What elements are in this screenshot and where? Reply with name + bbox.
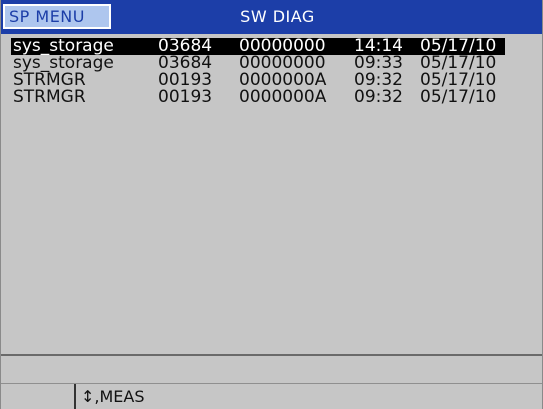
softkey-hint[interactable]: ↕,MEAS <box>81 386 145 407</box>
softkey-divider <box>74 384 76 409</box>
diag-log-list[interactable]: sys_storage 03684 00000000 14:14 05/17/1… <box>11 38 531 106</box>
softkey-hint-label: ,MEAS <box>94 387 145 406</box>
sp-menu-tab[interactable]: SP MENU <box>3 4 111 29</box>
status-line <box>1 356 542 383</box>
title-bar: SP MENU SW DIAG <box>1 0 542 34</box>
log-time: 09:32 <box>354 87 403 107</box>
log-number: 00193 <box>158 87 213 107</box>
softkey-bar: ↕,MEAS <box>1 384 542 409</box>
log-date: 05/17/10 <box>420 87 497 107</box>
device-screen: SP MENU SW DIAG sys_storage 03684 000000… <box>0 0 543 409</box>
log-row[interactable]: STRMGR 00193 0000000A 09:32 05/17/10 <box>11 89 505 106</box>
log-module-name: STRMGR <box>13 87 86 107</box>
log-code: 0000000A <box>239 87 327 107</box>
up-down-arrow-icon: ↕ <box>81 387 95 406</box>
